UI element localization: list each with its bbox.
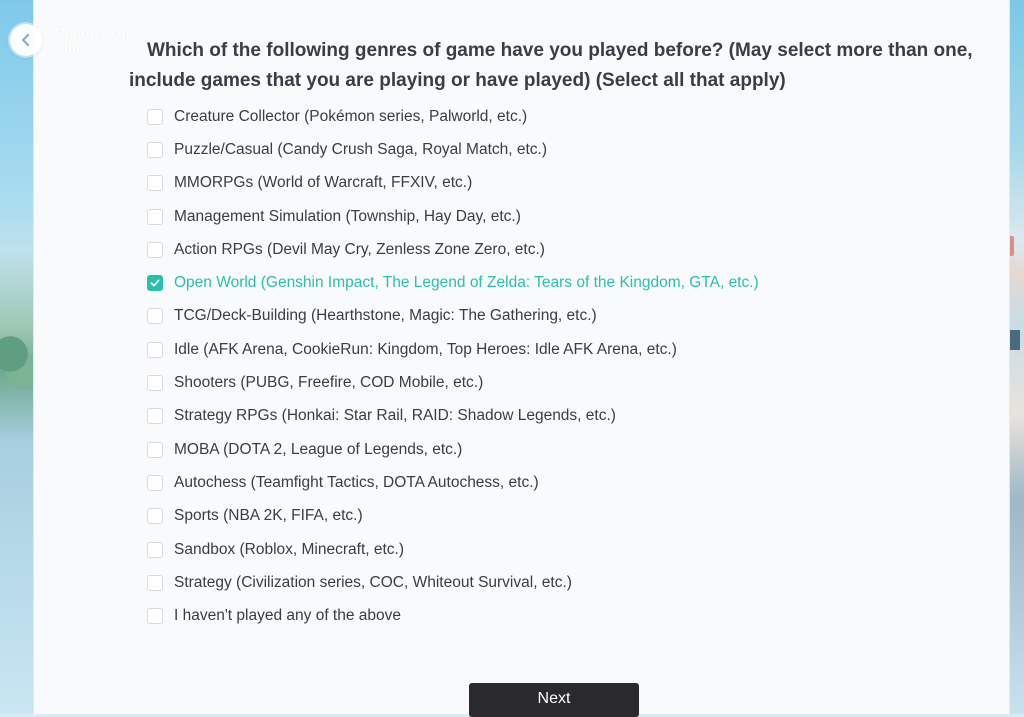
checkbox[interactable] bbox=[147, 508, 163, 525]
checkbox[interactable] bbox=[147, 175, 163, 192]
option-item[interactable]: Sports (NBA 2K, FIFA, etc.) bbox=[147, 500, 759, 533]
options-list: Creature Collector (Pokémon series, Palw… bbox=[147, 100, 759, 633]
checkbox[interactable] bbox=[147, 408, 163, 425]
return-circle[interactable] bbox=[10, 24, 42, 56]
option-label[interactable]: Puzzle/Casual (Candy Crush Saga, Royal M… bbox=[174, 141, 547, 159]
checkbox[interactable] bbox=[147, 375, 163, 392]
checkbox[interactable] bbox=[147, 241, 163, 258]
checkbox[interactable] bbox=[147, 141, 163, 158]
next-button[interactable]: Next bbox=[469, 683, 639, 717]
option-label[interactable]: Open World (Genshin Impact, The Legend o… bbox=[174, 274, 759, 292]
checkmark-icon bbox=[150, 279, 160, 287]
background-scenery-left bbox=[0, 0, 34, 714]
option-label[interactable]: MMORPGs (World of Warcraft, FFXIV, etc.) bbox=[174, 174, 472, 192]
checkbox-checked[interactable] bbox=[147, 275, 163, 292]
return-button[interactable]: Return to the official site bbox=[10, 24, 146, 56]
option-label[interactable]: TCG/Deck-Building (Hearthstone, Magic: T… bbox=[174, 307, 597, 325]
option-item[interactable]: Open World (Genshin Impact, The Legend o… bbox=[147, 266, 759, 299]
checkbox[interactable] bbox=[147, 308, 163, 325]
option-label[interactable]: Strategy RPGs (Honkai: Star Rail, RAID: … bbox=[174, 407, 616, 425]
option-label[interactable]: I haven't played any of the above bbox=[174, 607, 401, 625]
return-label[interactable]: Return to the official site bbox=[56, 25, 146, 55]
checkbox[interactable] bbox=[147, 341, 163, 358]
option-label[interactable]: Sandbox (Roblox, Minecraft, etc.) bbox=[174, 541, 404, 559]
option-label[interactable]: Shooters (PUBG, Freefire, COD Mobile, et… bbox=[174, 374, 483, 392]
option-item[interactable]: Sandbox (Roblox, Minecraft, etc.) bbox=[147, 533, 759, 566]
option-item[interactable]: I haven't played any of the above bbox=[147, 599, 759, 632]
question-title: Which of the following genres of game ha… bbox=[129, 36, 979, 96]
option-label[interactable]: Action RPGs (Devil May Cry, Zenless Zone… bbox=[174, 241, 545, 259]
checkbox[interactable] bbox=[147, 108, 163, 125]
option-label[interactable]: Idle (AFK Arena, CookieRun: Kingdom, Top… bbox=[174, 341, 677, 359]
checkbox[interactable] bbox=[147, 441, 163, 458]
question-text: Which of the following genres of game ha… bbox=[129, 40, 973, 91]
option-item[interactable]: Strategy (Civilization series, COC, Whit… bbox=[147, 566, 759, 599]
option-label[interactable]: Strategy (Civilization series, COC, Whit… bbox=[174, 574, 572, 592]
option-item[interactable]: Autochess (Teamfight Tactics, DOTA Autoc… bbox=[147, 466, 759, 499]
chevron-left-icon bbox=[21, 33, 30, 47]
option-item[interactable]: Creature Collector (Pokémon series, Palw… bbox=[147, 100, 759, 133]
checkbox[interactable] bbox=[147, 574, 163, 591]
checkbox[interactable] bbox=[147, 541, 163, 558]
option-item[interactable]: TCG/Deck-Building (Hearthstone, Magic: T… bbox=[147, 300, 759, 333]
checkbox[interactable] bbox=[147, 608, 163, 625]
option-item[interactable]: Management Simulation (Township, Hay Day… bbox=[147, 200, 759, 233]
option-label[interactable]: Autochess (Teamfight Tactics, DOTA Autoc… bbox=[174, 474, 539, 492]
option-item[interactable]: Action RPGs (Devil May Cry, Zenless Zone… bbox=[147, 233, 759, 266]
option-item[interactable]: MOBA (DOTA 2, League of Legends, etc.) bbox=[147, 433, 759, 466]
checkbox[interactable] bbox=[147, 208, 163, 225]
option-item[interactable]: MMORPGs (World of Warcraft, FFXIV, etc.) bbox=[147, 167, 759, 200]
survey-panel: Which of the following genres of game ha… bbox=[33, 0, 1010, 717]
option-label[interactable]: MOBA (DOTA 2, League of Legends, etc.) bbox=[174, 441, 462, 459]
option-item[interactable]: Strategy RPGs (Honkai: Star Rail, RAID: … bbox=[147, 400, 759, 433]
option-label[interactable]: Sports (NBA 2K, FIFA, etc.) bbox=[174, 507, 363, 525]
option-item[interactable]: Idle (AFK Arena, CookieRun: Kingdom, Top… bbox=[147, 333, 759, 366]
option-label[interactable]: Management Simulation (Township, Hay Day… bbox=[174, 208, 521, 226]
option-item[interactable]: Shooters (PUBG, Freefire, COD Mobile, et… bbox=[147, 366, 759, 399]
option-label[interactable]: Creature Collector (Pokémon series, Palw… bbox=[174, 108, 527, 126]
option-item[interactable]: Puzzle/Casual (Candy Crush Saga, Royal M… bbox=[147, 133, 759, 166]
checkbox[interactable] bbox=[147, 474, 163, 491]
